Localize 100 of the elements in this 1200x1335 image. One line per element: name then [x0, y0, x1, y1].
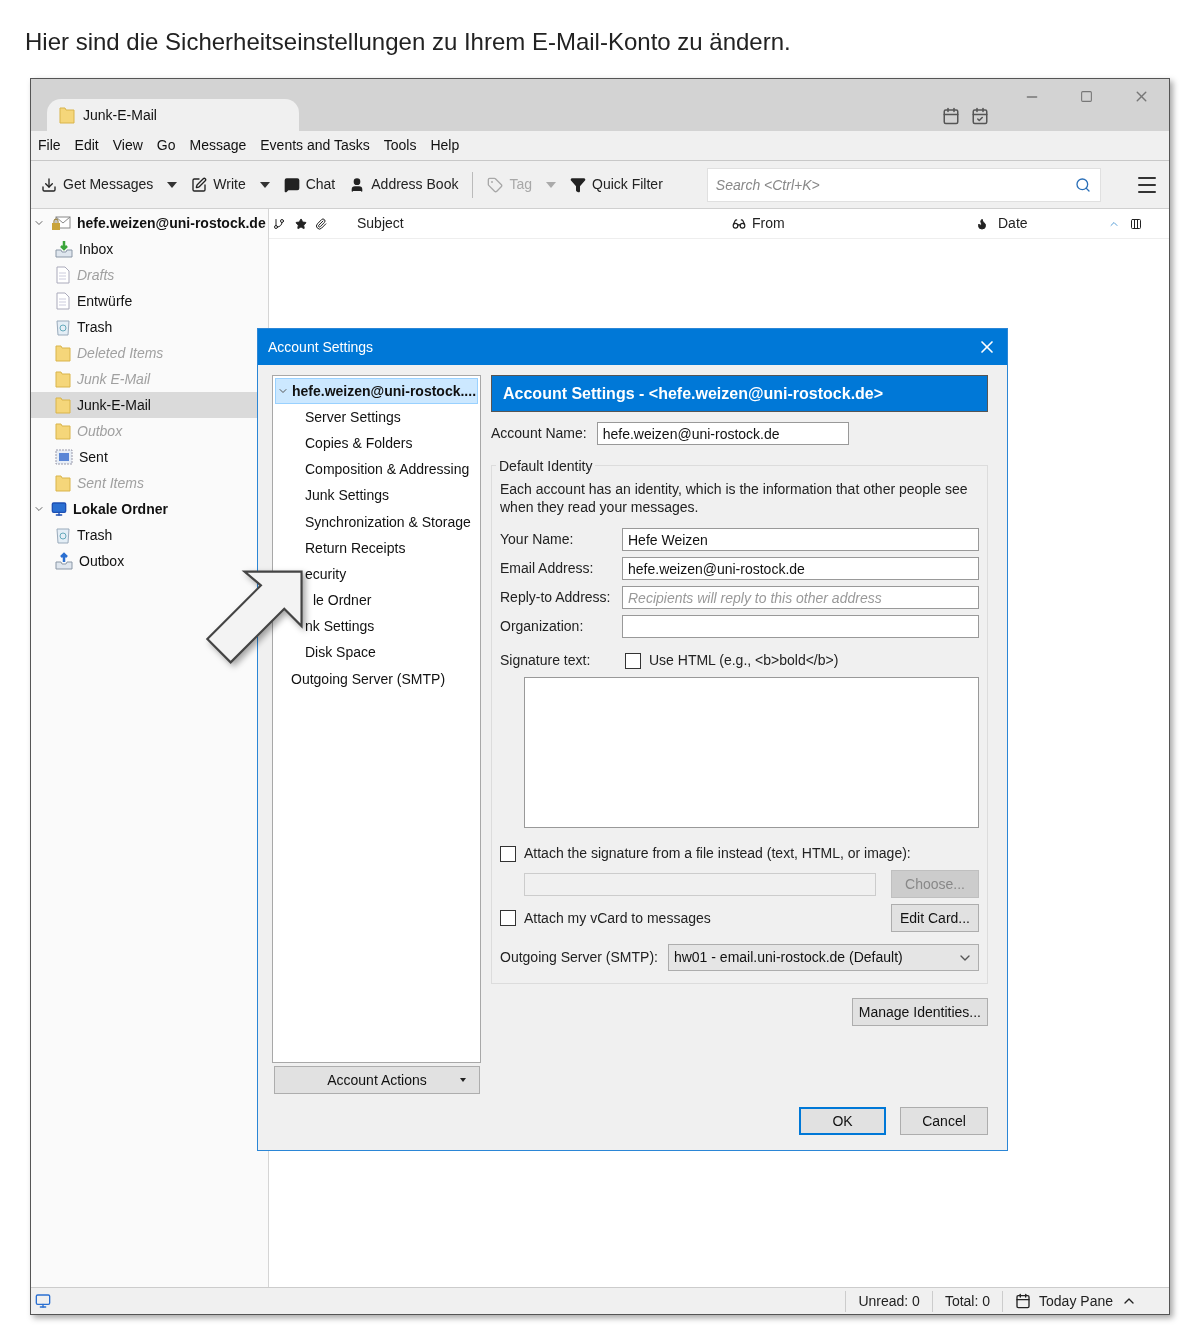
- field-label: Email Address:: [500, 559, 595, 578]
- glasses-icon[interactable]: [732, 216, 746, 231]
- maximize-icon[interactable]: [1080, 90, 1093, 103]
- caption: Hier sind die Sicherheitseinstellungen zu Ihrem E-Mail-Konto zu ändern.: [24, 27, 792, 57]
- folder-item[interactable]: Entwürfe: [31, 288, 268, 314]
- checkbox[interactable]: [625, 652, 641, 669]
- menu-item[interactable]: Edit: [74, 135, 99, 156]
- text-field[interactable]: Recipients will reply to this other address: [622, 586, 979, 609]
- field-label: Signature text:: [500, 651, 592, 670]
- menu-item[interactable]: Events and Tasks: [260, 135, 370, 156]
- folder-icon: [55, 396, 71, 414]
- folder-icon: [55, 474, 71, 492]
- calendar-icon[interactable]: [942, 107, 960, 125]
- toolbar-button[interactable]: Chat: [283, 174, 336, 195]
- text-field[interactable]: [622, 615, 979, 638]
- field-label: Outgoing Server (SMTP):: [500, 948, 658, 967]
- dropdown-caret-icon: [546, 181, 556, 188]
- total-count: Total: 0: [931, 1290, 1003, 1312]
- filter-icon: [570, 176, 586, 193]
- column-header[interactable]: From: [752, 213, 976, 234]
- tree-item[interactable]: le Ordner: [313, 587, 372, 614]
- locked-envelope-icon: [51, 215, 71, 231]
- trash-bin-icon: [55, 526, 71, 544]
- menu-item[interactable]: File: [38, 135, 61, 156]
- checkbox-label: Use HTML (e.g., <b>bold</b>): [649, 651, 839, 670]
- edit-card-button[interactable]: Edit Card...: [891, 904, 979, 932]
- folder-item[interactable]: Trash: [31, 522, 268, 548]
- field-label: Account Name:: [491, 424, 587, 443]
- checkbox[interactable]: [500, 845, 516, 862]
- trash-bin-icon: [55, 318, 71, 336]
- thread-icon[interactable]: [273, 217, 285, 230]
- ok-button[interactable]: OK: [799, 1107, 886, 1135]
- tab[interactable]: Junk-E-Mail: [47, 99, 299, 131]
- tree-item[interactable]: Composition & Addressing: [305, 456, 470, 483]
- account-actions-button[interactable]: Account Actions: [274, 1066, 480, 1094]
- folder-icon: [55, 344, 71, 362]
- folder-icon: [59, 106, 75, 124]
- tree-item[interactable]: Junk Settings: [305, 482, 390, 509]
- online-status-icon[interactable]: [35, 1293, 51, 1309]
- menu-item[interactable]: Tools: [383, 135, 417, 156]
- toolbar-button[interactable]: Get Messages: [41, 174, 178, 195]
- folder-icon: [55, 370, 71, 388]
- paperclip-icon[interactable]: [315, 217, 327, 230]
- search-field[interactable]: Search <Ctrl+K>: [706, 167, 1101, 202]
- smtp-server-dropdown[interactable]: hw01 - email.uni-rostock.de (Default): [667, 944, 979, 971]
- tree-item[interactable]: Copies & Folders: [305, 430, 413, 457]
- signature-file-field[interactable]: [524, 872, 876, 896]
- today-pane-button[interactable]: Today Pane: [1002, 1290, 1149, 1312]
- sent-folder-icon: [55, 448, 73, 466]
- computer-icon: [51, 501, 67, 517]
- tree-item[interactable]: Disk Space: [305, 639, 376, 667]
- manage-identities-button[interactable]: Manage Identities...: [851, 998, 988, 1026]
- folder-item[interactable]: Lokale Ordner: [31, 496, 268, 522]
- menu-item[interactable]: Go: [156, 135, 176, 156]
- dropdown-caret-icon: [167, 181, 178, 188]
- column-header[interactable]: Date: [998, 213, 1108, 234]
- text-field[interactable]: hefe.weizen@uni-rostock.de: [622, 557, 979, 580]
- outbox-tray-icon: [55, 552, 73, 570]
- star-icon[interactable]: [295, 217, 307, 230]
- checkbox-label: Attach the signature from a file instead (text, HTML, or image):: [524, 844, 911, 863]
- folder-item[interactable]: hefe.weizen@uni-rostock.de: [31, 210, 268, 236]
- tree-item[interactable]: Synchronization & Storage: [305, 508, 471, 536]
- task-icon[interactable]: [971, 107, 989, 125]
- field-label: Reply-to Address:: [500, 588, 612, 607]
- toolbar-button[interactable]: Quick Filter: [570, 174, 663, 195]
- tree-item[interactable]: Server Settings: [305, 404, 401, 431]
- panel-heading: Account Settings - <hefe.weizen@uni-rostock.de>: [491, 375, 988, 412]
- tree-item[interactable]: Return Receipts: [305, 535, 406, 562]
- dropdown-caret-icon: [259, 181, 270, 188]
- dropdown-caret-icon: [460, 1078, 466, 1082]
- folder-item[interactable]: Trash: [31, 314, 268, 340]
- folder-icon: [55, 422, 71, 440]
- toolbar-button[interactable]: Address Book: [349, 174, 459, 195]
- account-name-field[interactable]: hefe.weizen@uni-rostock.de: [596, 422, 849, 445]
- document-icon: [55, 292, 71, 310]
- flame-icon[interactable]: [976, 217, 988, 230]
- tree-item[interactable]: nk Settings: [305, 613, 375, 640]
- folder-item[interactable]: Inbox: [31, 236, 268, 262]
- search-icon[interactable]: [1074, 176, 1091, 193]
- text-field[interactable]: Hefe Weizen: [622, 528, 979, 551]
- calendar-icon: [1015, 1293, 1032, 1309]
- download-icon: [41, 176, 57, 193]
- menu-item[interactable]: View: [112, 135, 143, 156]
- column-picker-icon[interactable]: [1130, 217, 1142, 230]
- menu-item[interactable]: Help: [430, 135, 460, 156]
- checkbox-label: Attach my vCard to messages: [524, 908, 711, 928]
- tree-item[interactable]: Outgoing Server (SMTP): [291, 666, 446, 693]
- tree-item[interactable]: ecurity: [305, 561, 347, 588]
- cancel-button[interactable]: Cancel: [900, 1107, 988, 1135]
- menu-item[interactable]: Message: [189, 135, 247, 156]
- folder-item[interactable]: Sent: [31, 444, 268, 470]
- inbox-tray-icon: [55, 240, 73, 258]
- field-label: Your Name:: [500, 530, 575, 549]
- toolbar-button[interactable]: Write: [191, 174, 270, 195]
- column-header[interactable]: Subject: [357, 213, 732, 234]
- dialog-title: Account Settings: [268, 337, 374, 357]
- identity-description: Each account has an identity, which is the information that other people see when they read your messages.: [500, 480, 969, 516]
- tag-icon: [487, 176, 504, 193]
- checkbox[interactable]: [500, 910, 516, 926]
- tree-item[interactable]: hefe.weizen@uni-rostock....: [275, 378, 478, 405]
